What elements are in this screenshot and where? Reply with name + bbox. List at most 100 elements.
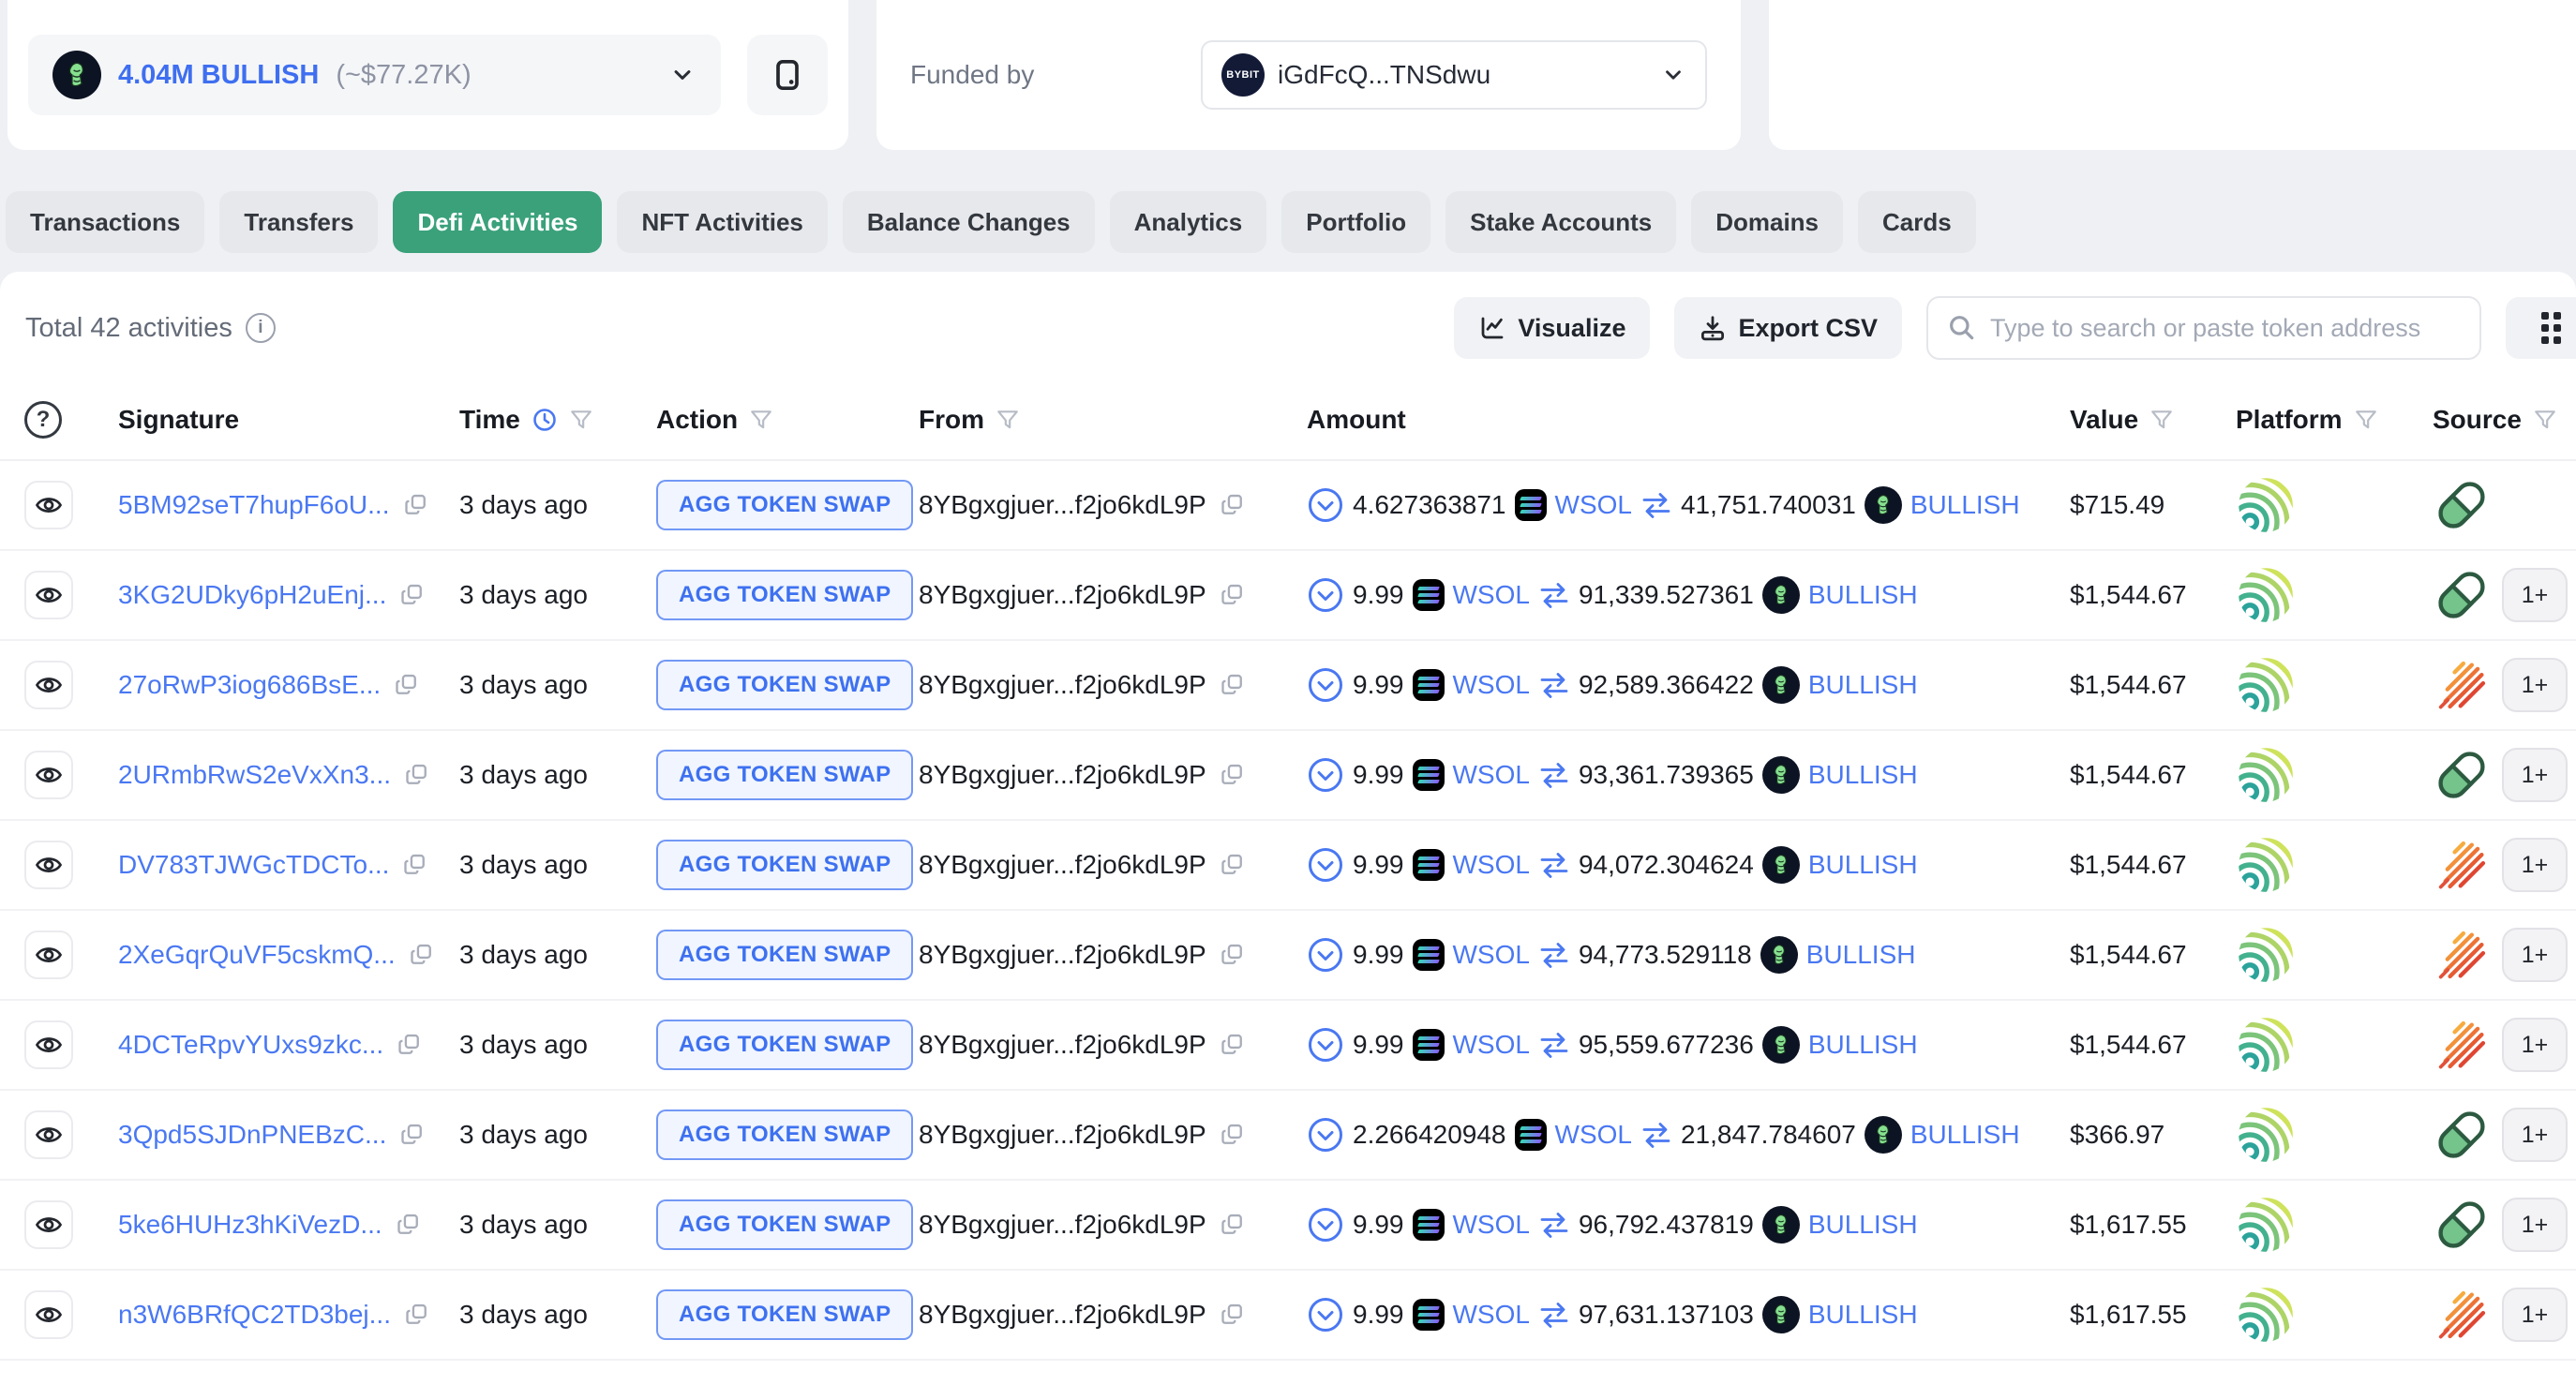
token-in-link[interactable]: WSOL	[1453, 580, 1530, 610]
token-in-link[interactable]: WSOL	[1555, 1120, 1632, 1150]
action-badge[interactable]: AGG TOKEN SWAP	[656, 1199, 913, 1250]
token-in-link[interactable]: WSOL	[1453, 1300, 1530, 1330]
source-meteor-icon[interactable]	[2433, 1286, 2491, 1344]
platform-swirl-icon[interactable]	[2238, 1107, 2294, 1163]
platform-swirl-icon[interactable]	[2238, 1017, 2294, 1073]
expand-swap-icon[interactable]	[1307, 486, 1344, 524]
source-count-badge[interactable]: 1+	[2502, 568, 2568, 622]
action-badge[interactable]: AGG TOKEN SWAP	[656, 1289, 913, 1340]
filter-icon[interactable]	[569, 408, 593, 432]
token-out-link[interactable]: BULLISH	[1808, 1030, 1918, 1060]
source-count-badge[interactable]: 1+	[2502, 838, 2568, 892]
expand-swap-icon[interactable]	[1307, 1296, 1344, 1333]
token-out-link[interactable]: BULLISH	[1808, 1210, 1918, 1240]
signature-link[interactable]: 3Qpd5SJDnPNEBzC...	[118, 1120, 386, 1150]
copy-icon[interactable]	[404, 1302, 430, 1328]
preview-transaction-button[interactable]	[24, 571, 73, 619]
token-out-link[interactable]: BULLISH	[1808, 670, 1918, 700]
action-badge[interactable]: AGG TOKEN SWAP	[656, 750, 913, 800]
visualize-button[interactable]: Visualize	[1454, 297, 1650, 359]
source-count-badge[interactable]: 1+	[2502, 658, 2568, 712]
export-csv-button[interactable]: Export CSV	[1674, 297, 1902, 359]
preview-transaction-button[interactable]	[24, 481, 73, 529]
source-count-badge[interactable]: 1+	[2502, 1108, 2568, 1162]
from-address[interactable]: 8YBgxgjuer...f2jo6kdL9P	[919, 490, 1206, 520]
platform-swirl-icon[interactable]	[2238, 657, 2294, 713]
platform-swirl-icon[interactable]	[2238, 1287, 2294, 1343]
action-badge[interactable]: AGG TOKEN SWAP	[656, 840, 913, 890]
expand-swap-icon[interactable]	[1307, 666, 1344, 704]
source-pill-icon[interactable]	[2433, 566, 2491, 624]
funded-by-select[interactable]: BYBIT iGdFcQ...TNSdwu	[1201, 40, 1707, 110]
copy-icon[interactable]	[409, 942, 435, 968]
filter-icon[interactable]	[749, 408, 773, 432]
signature-link[interactable]: n3W6BRfQC2TD3bej...	[118, 1300, 391, 1330]
source-meteor-icon[interactable]	[2433, 656, 2491, 714]
token-out-link[interactable]: BULLISH	[1808, 850, 1918, 880]
tab-defi-activities[interactable]: Defi Activities	[393, 191, 602, 253]
action-badge[interactable]: AGG TOKEN SWAP	[656, 480, 913, 530]
from-address[interactable]: 8YBgxgjuer...f2jo6kdL9P	[919, 1210, 1206, 1240]
expand-swap-icon[interactable]	[1307, 936, 1344, 974]
tab-portfolio[interactable]: Portfolio	[1281, 191, 1430, 253]
source-pill-icon[interactable]	[2433, 1196, 2491, 1254]
source-count-badge[interactable]: 1+	[2502, 748, 2568, 802]
source-pill-icon[interactable]	[2433, 476, 2491, 534]
info-icon[interactable]: i	[246, 313, 276, 343]
copy-icon[interactable]	[397, 1032, 423, 1058]
signature-link[interactable]: 2URmbRwS2eVxXn3...	[118, 760, 391, 790]
source-pill-icon[interactable]	[2433, 1106, 2491, 1164]
preview-transaction-button[interactable]	[24, 1110, 73, 1159]
copy-icon[interactable]	[403, 492, 429, 518]
preview-transaction-button[interactable]	[24, 931, 73, 979]
platform-swirl-icon[interactable]	[2238, 567, 2294, 623]
copy-icon[interactable]	[394, 672, 420, 698]
help-icon[interactable]: ?	[24, 401, 62, 439]
preview-transaction-button[interactable]	[24, 1020, 73, 1069]
action-badge[interactable]: AGG TOKEN SWAP	[656, 1020, 913, 1070]
copy-icon[interactable]	[1220, 672, 1246, 698]
tab-cards[interactable]: Cards	[1858, 191, 1976, 253]
platform-swirl-icon[interactable]	[2238, 477, 2294, 533]
copy-icon[interactable]	[1220, 1212, 1246, 1238]
signature-link[interactable]: 3KG2UDky6pH2uEnj...	[118, 580, 386, 610]
preview-transaction-button[interactable]	[24, 751, 73, 799]
token-out-link[interactable]: BULLISH	[1808, 1300, 1918, 1330]
token-in-link[interactable]: WSOL	[1453, 670, 1530, 700]
from-address[interactable]: 8YBgxgjuer...f2jo6kdL9P	[919, 940, 1206, 970]
column-settings-button[interactable]	[2506, 297, 2576, 359]
preview-transaction-button[interactable]	[24, 661, 73, 709]
preview-transaction-button[interactable]	[24, 841, 73, 889]
token-in-link[interactable]: WSOL	[1453, 850, 1530, 880]
token-in-link[interactable]: WSOL	[1555, 490, 1632, 520]
tab-domains[interactable]: Domains	[1691, 191, 1843, 253]
token-out-link[interactable]: BULLISH	[1808, 580, 1918, 610]
expand-swap-icon[interactable]	[1307, 756, 1344, 794]
source-meteor-icon[interactable]	[2433, 1016, 2491, 1074]
signature-link[interactable]: DV783TJWGcTDCTo...	[118, 850, 389, 880]
tab-balance-changes[interactable]: Balance Changes	[843, 191, 1095, 253]
tab-transactions[interactable]: Transactions	[6, 191, 204, 253]
filter-icon[interactable]	[2533, 408, 2557, 432]
from-address[interactable]: 8YBgxgjuer...f2jo6kdL9P	[919, 1300, 1206, 1330]
copy-icon[interactable]	[1220, 1032, 1246, 1058]
tab-stake-accounts[interactable]: Stake Accounts	[1445, 191, 1676, 253]
platform-swirl-icon[interactable]	[2238, 747, 2294, 803]
platform-swirl-icon[interactable]	[2238, 837, 2294, 893]
signature-link[interactable]: 5ke6HUHz3hKiVezD...	[118, 1210, 382, 1240]
from-address[interactable]: 8YBgxgjuer...f2jo6kdL9P	[919, 850, 1206, 880]
token-accounts-button[interactable]	[747, 35, 828, 115]
token-in-link[interactable]: WSOL	[1453, 1210, 1530, 1240]
copy-icon[interactable]	[1220, 762, 1246, 788]
token-in-link[interactable]: WSOL	[1453, 760, 1530, 790]
signature-link[interactable]: 2XeGqrQuVF5cskmQ...	[118, 940, 396, 970]
copy-icon[interactable]	[1220, 1122, 1246, 1148]
action-badge[interactable]: AGG TOKEN SWAP	[656, 930, 913, 980]
copy-icon[interactable]	[1220, 582, 1246, 608]
copy-icon[interactable]	[399, 582, 426, 608]
signature-link[interactable]: 27oRwP3iog686BsE...	[118, 670, 381, 700]
copy-icon[interactable]	[1220, 1302, 1246, 1328]
copy-icon[interactable]	[1220, 852, 1246, 878]
from-address[interactable]: 8YBgxgjuer...f2jo6kdL9P	[919, 670, 1206, 700]
token-out-link[interactable]: BULLISH	[1910, 490, 2020, 520]
